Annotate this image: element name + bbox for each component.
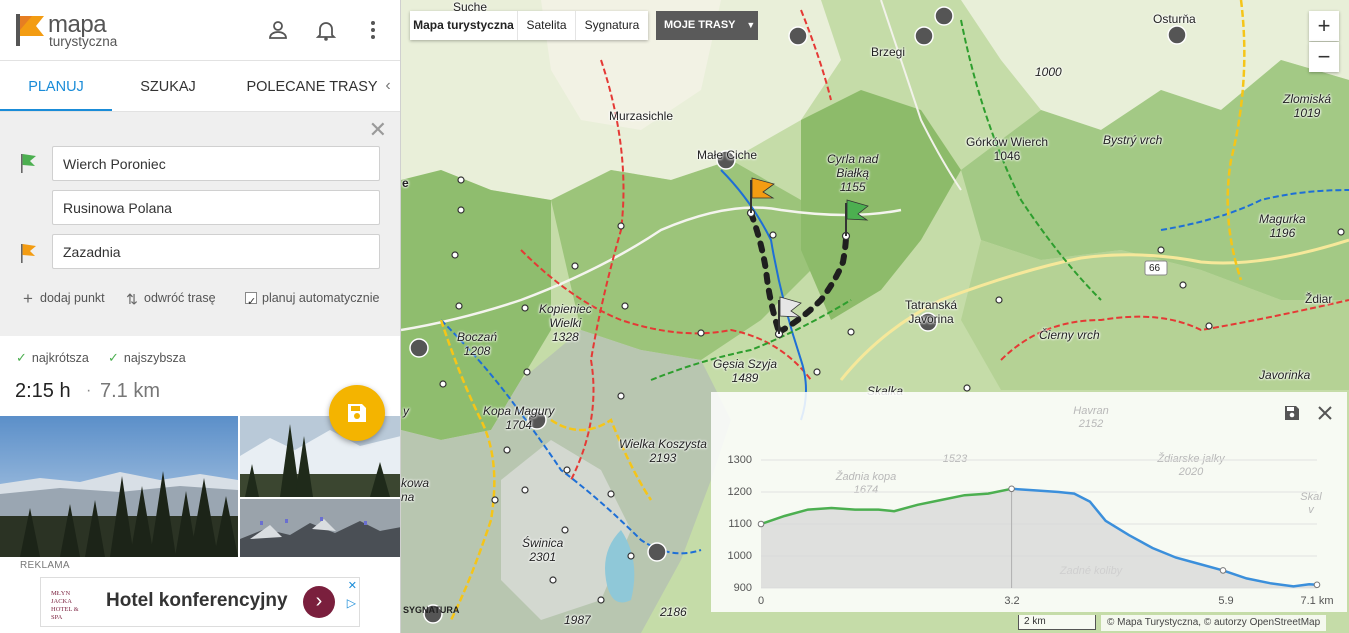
- option-fastest-label: najszybsza: [123, 351, 186, 365]
- route-photo-3[interactable]: [240, 499, 400, 557]
- map-attribution[interactable]: © Mapa Turystyczna, © autorzy OpenStreet…: [1101, 615, 1327, 631]
- elevation-x-tick: 5.9: [1218, 595, 1234, 607]
- more-vertical-icon[interactable]: [361, 18, 385, 42]
- tab-planuj[interactable]: PLANUJ: [0, 61, 112, 111]
- map-type-satellite[interactable]: Satelita: [518, 11, 576, 40]
- elevation-x-tick: 7.1 km: [1300, 595, 1334, 607]
- elevation-y-tick: 1300: [727, 454, 752, 466]
- map-scale: 2 km: [1018, 615, 1096, 630]
- my-routes-label: MOJE TRASY: [664, 19, 736, 31]
- user-icon[interactable]: [266, 18, 290, 42]
- logo[interactable]: mapa turystyczna: [14, 12, 134, 50]
- top-bar: mapa turystyczna: [0, 0, 400, 61]
- elevation-y-tick: 900: [733, 582, 752, 594]
- logo-text-sub: turystyczna: [49, 34, 118, 49]
- elevation-background-label: Skal v: [1300, 491, 1322, 516]
- waypoint-end-input[interactable]: [52, 234, 380, 269]
- route-planner: ✕ + dodaj punkt ⇅ odwróć trasę planuj auto…: [0, 112, 400, 336]
- auto-plan-label: planuj automatycznie: [262, 291, 380, 305]
- zoom-out-button[interactable]: −: [1309, 42, 1339, 72]
- my-routes-dropdown[interactable]: MOJE TRASY ▼: [656, 11, 758, 40]
- add-point-button[interactable]: + dodaj punkt: [20, 286, 105, 310]
- swap-vertical-icon: ⇅: [126, 290, 138, 307]
- ad-label: REKLAMA: [20, 560, 70, 571]
- checkbox-checked-icon: [245, 290, 257, 314]
- auto-plan-checkbox[interactable]: planuj automatycznie: [245, 286, 380, 314]
- tab-bar: PLANUJ SZUKAJ POLECANE TRASY ‹: [0, 61, 400, 112]
- add-point-label: dodaj punkt: [40, 291, 105, 305]
- planner-actions: + dodaj punkt ⇅ odwróć trasę planuj automa…: [0, 286, 400, 314]
- route-photo-1[interactable]: [0, 416, 238, 557]
- ad-banner[interactable]: MŁYN JACKA HOTEL & SPA Hotel konferencyj…: [40, 577, 360, 627]
- logo-flag-icon: [16, 14, 44, 46]
- elevation-x-tick: 0: [757, 595, 765, 607]
- check-icon: ✓: [108, 350, 119, 365]
- forest-photo-image: [0, 416, 238, 557]
- save-icon: [348, 404, 366, 422]
- check-icon: ✓: [16, 350, 27, 365]
- separator-dot: ·: [86, 382, 92, 399]
- elevation-close-icon[interactable]: [1314, 402, 1336, 424]
- option-shortest-label: najkrótsza: [31, 351, 89, 365]
- ad-text: Hotel konferencyjny: [106, 590, 288, 611]
- plus-icon: +: [23, 288, 33, 308]
- waypoint-start-input[interactable]: [52, 146, 380, 181]
- caret-down-icon: ▼: [746, 20, 756, 30]
- reverse-route-button[interactable]: ⇅ odwróć trasę: [124, 286, 216, 310]
- close-planner-icon[interactable]: ✕: [369, 119, 387, 141]
- ad-arrow-icon[interactable]: ›: [303, 586, 335, 618]
- reverse-route-label: odwróć trasę: [144, 291, 216, 305]
- elevation-chart[interactable]: Havran 21521523 Ždiarske jalky 2020Žadnia k…: [711, 392, 1347, 612]
- zoom-in-button[interactable]: +: [1309, 11, 1339, 41]
- option-fastest[interactable]: ✓ najszybsza: [108, 350, 186, 366]
- tab-szukaj[interactable]: SZUKAJ: [112, 61, 224, 111]
- ad-close-icon[interactable]: ✕: [348, 579, 357, 592]
- elevation-waypoint-dot: [1008, 485, 1015, 493]
- map-type-signature[interactable]: Sygnatura: [576, 11, 648, 40]
- map[interactable]: Suche Murzasichle Małe Ciche Cyrla nad B…: [401, 0, 1349, 633]
- elevation-waypoint-dot: [1219, 567, 1227, 574]
- elevation-save-icon[interactable]: [1281, 402, 1303, 424]
- map-type-tourist[interactable]: Mapa turystyczna: [410, 11, 518, 40]
- bell-icon[interactable]: [314, 18, 338, 42]
- start-flag-icon: [21, 154, 36, 173]
- route-distance: 7.1 km: [100, 380, 161, 402]
- tab-polecane-trasy[interactable]: POLECANE TRASY: [224, 61, 400, 111]
- sygnatura-logo: SYGNATURA: [403, 605, 460, 615]
- waypoint-via-input[interactable]: [52, 190, 380, 225]
- elevation-background-label: 1523: [943, 453, 968, 465]
- ad-logo-text: MŁYN JACKA HOTEL & SPA: [51, 590, 79, 621]
- option-shortest[interactable]: ✓ najkrótsza: [16, 350, 89, 366]
- elevation-background-label: Havran 2152: [1073, 405, 1108, 430]
- ad-choices-icon[interactable]: ▷: [347, 596, 356, 610]
- elevation-y-tick: 1000: [727, 550, 752, 562]
- elevation-profile-panel: Havran 2152 1523 Ždiarske jalky 2020 Žadnia k…: [711, 392, 1347, 612]
- elevation-background-label: Ždiarske jalky 2020: [1156, 452, 1226, 478]
- collapse-sidebar-chevron-icon[interactable]: ‹: [375, 61, 400, 111]
- map-type-control: Mapa turystyczna Satelita Sygnatura: [410, 11, 648, 40]
- elevation-waypoint-dot: [757, 520, 765, 528]
- end-flag-icon: [21, 244, 36, 263]
- sidebar: mapa turystyczna PLANUJ SZUKAJ POLECANE …: [0, 0, 401, 633]
- ad-logo: MŁYN JACKA HOTEL & SPA: [51, 586, 89, 621]
- route-duration: 2:15 h: [15, 380, 71, 402]
- elevation-waypoint-dot: [1313, 581, 1321, 589]
- panorama-photo-image: [240, 499, 400, 557]
- elevation-y-tick: 1200: [727, 486, 752, 498]
- elevation-y-tick: 1100: [728, 518, 752, 530]
- save-route-button[interactable]: [329, 385, 385, 441]
- elevation-x-tick: 3.2: [1004, 595, 1020, 607]
